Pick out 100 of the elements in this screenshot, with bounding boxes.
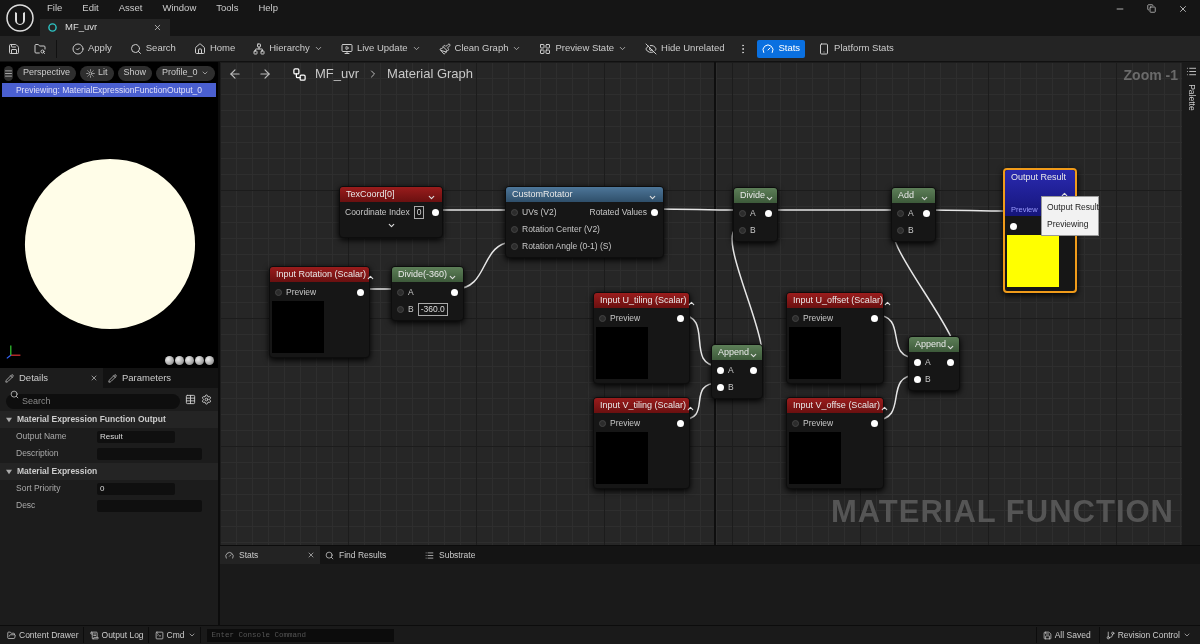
- settings-icon[interactable]: [201, 393, 212, 405]
- logo-icon[interactable]: [5, 3, 35, 33]
- forward-icon[interactable]: [258, 67, 272, 81]
- output-pin[interactable]: [451, 289, 458, 296]
- viewport-button[interactable]: Perspective: [17, 65, 77, 81]
- status-button[interactable]: Content Drawer: [3, 627, 84, 643]
- close-icon[interactable]: [307, 551, 315, 559]
- toolbar-button[interactable]: Live Update: [335, 39, 426, 58]
- close-icon[interactable]: [153, 23, 162, 32]
- graph-node[interactable]: Divide(-360) A B -360.0: [391, 266, 464, 321]
- output-pin[interactable]: [651, 209, 658, 216]
- input-pin[interactable]: [914, 376, 921, 383]
- chevron-down-icon[interactable]: [386, 221, 396, 230]
- input-pin[interactable]: [739, 227, 746, 234]
- chevron-up-icon[interactable]: [882, 299, 892, 308]
- output-pin[interactable]: [871, 315, 878, 322]
- graph-node[interactable]: Append A B: [908, 336, 960, 391]
- input-pin[interactable]: [275, 289, 282, 296]
- chevron-down-icon[interactable]: [765, 194, 774, 203]
- toolbar-button[interactable]: Apply: [67, 39, 117, 58]
- status-button[interactable]: All Saved: [1035, 627, 1097, 643]
- breadcrumb-item[interactable]: MF_uvr: [315, 64, 360, 84]
- value-field[interactable]: 0: [413, 206, 425, 219]
- folder-search-icon[interactable]: [34, 42, 46, 55]
- toolbar-button[interactable]: Platform Stats: [813, 39, 899, 58]
- input-pin[interactable]: [511, 226, 518, 233]
- viewport-button[interactable]: Show: [117, 65, 153, 81]
- output-pin[interactable]: [357, 289, 364, 296]
- menu-item[interactable]: Tools: [216, 0, 239, 16]
- input-pin[interactable]: [792, 420, 799, 427]
- palette-tab[interactable]: Palette: [1184, 84, 1198, 111]
- breadcrumb-item[interactable]: Material Graph: [387, 64, 474, 84]
- chevron-up-icon[interactable]: [686, 404, 696, 413]
- section-header[interactable]: Material Expression Function Output: [0, 411, 218, 428]
- input-pin[interactable]: [511, 243, 518, 250]
- section-header[interactable]: Material Expression: [0, 463, 218, 480]
- input-pin[interactable]: [792, 315, 799, 322]
- chevron-up-icon[interactable]: [686, 299, 696, 308]
- menu-item[interactable]: File: [47, 0, 63, 16]
- graph-canvas[interactable]: [220, 62, 1182, 545]
- chevron-up-icon[interactable]: [366, 273, 376, 282]
- graph-node[interactable]: Append A B: [711, 344, 763, 399]
- toolbar-button[interactable]: Hierarchy: [248, 39, 328, 58]
- search-field[interactable]: Search: [6, 393, 180, 409]
- document-tab[interactable]: MF_uvr: [40, 19, 170, 36]
- chevron-down-icon[interactable]: [427, 193, 436, 202]
- input-pin[interactable]: [897, 210, 904, 217]
- viewport-button[interactable]: Profile_0: [156, 65, 215, 81]
- graph-node[interactable]: Add A B: [891, 187, 936, 242]
- chevron-down-icon[interactable]: [648, 193, 657, 202]
- menu-item[interactable]: Help: [258, 0, 278, 16]
- output-pin[interactable]: [947, 359, 954, 366]
- value-field[interactable]: -360.0: [417, 303, 448, 316]
- property-field[interactable]: 0: [97, 482, 175, 495]
- input-pin[interactable]: [397, 306, 404, 313]
- restore-icon[interactable]: [1147, 4, 1156, 13]
- property-field[interactable]: Result: [97, 430, 175, 443]
- chevron-up-icon[interactable]: [879, 404, 889, 413]
- back-icon[interactable]: [228, 67, 242, 81]
- panel-tab[interactable]: Details: [0, 368, 103, 388]
- toolbar-button[interactable]: Home: [188, 39, 241, 58]
- input-pin[interactable]: [717, 367, 724, 374]
- graph-node[interactable]: CustomRotator UVs (V2) Rotated Values Rotation Center (V2) Rotation Angle (0-1) (S): [505, 186, 664, 258]
- toolbar-button[interactable]: Clean Graph: [433, 39, 527, 58]
- status-button[interactable]: Cmd: [150, 627, 201, 643]
- output-pin[interactable]: [432, 209, 440, 216]
- output-pin[interactable]: [750, 367, 757, 374]
- input-pin[interactable]: [397, 289, 404, 296]
- toolbar-button[interactable]: Preview State: [534, 39, 633, 58]
- menu-item[interactable]: Edit: [82, 0, 99, 16]
- input-pin[interactable]: [739, 210, 746, 217]
- output-pin[interactable]: [871, 420, 878, 427]
- menu-item[interactable]: Window: [162, 0, 197, 16]
- chevron-down-icon[interactable]: [946, 343, 956, 352]
- input-pin[interactable]: [717, 384, 724, 391]
- graph-node[interactable]: TexCoord[0] Coordinate Index 0: [339, 186, 443, 238]
- save-icon[interactable]: [8, 42, 20, 55]
- output-pin[interactable]: [765, 210, 772, 217]
- toolbar-button[interactable]: Stats: [757, 39, 806, 58]
- grid-icon[interactable]: [185, 393, 196, 405]
- panel-tab[interactable]: Find Results: [320, 546, 420, 564]
- chevron-down-icon[interactable]: [920, 194, 929, 203]
- panel-tab[interactable]: Substrate: [420, 546, 520, 564]
- output-pin[interactable]: [677, 420, 684, 427]
- output-pin[interactable]: [677, 315, 684, 322]
- input-pin[interactable]: [914, 359, 921, 366]
- chevron-up-icon[interactable]: [1060, 190, 1069, 199]
- preview-viewport[interactable]: Perspective Lit Show Profile_0 Previewing: MaterialExpressionFunctionOutput_0: [0, 62, 218, 368]
- viewport-button[interactable]: Lit: [80, 65, 114, 81]
- close-icon[interactable]: [1178, 4, 1188, 14]
- toolbar-button[interactable]: Search: [124, 39, 181, 58]
- input-pin[interactable]: [1010, 223, 1017, 230]
- input-pin[interactable]: [599, 420, 606, 427]
- menu-icon-button[interactable]: [4, 65, 13, 81]
- list-icon[interactable]: [1185, 66, 1197, 77]
- output-pin[interactable]: [923, 210, 930, 217]
- status-button[interactable]: Revision Control: [1098, 627, 1197, 643]
- input-pin[interactable]: [511, 209, 518, 216]
- input-pin[interactable]: [897, 227, 904, 234]
- status-button[interactable]: Output Log: [85, 627, 149, 643]
